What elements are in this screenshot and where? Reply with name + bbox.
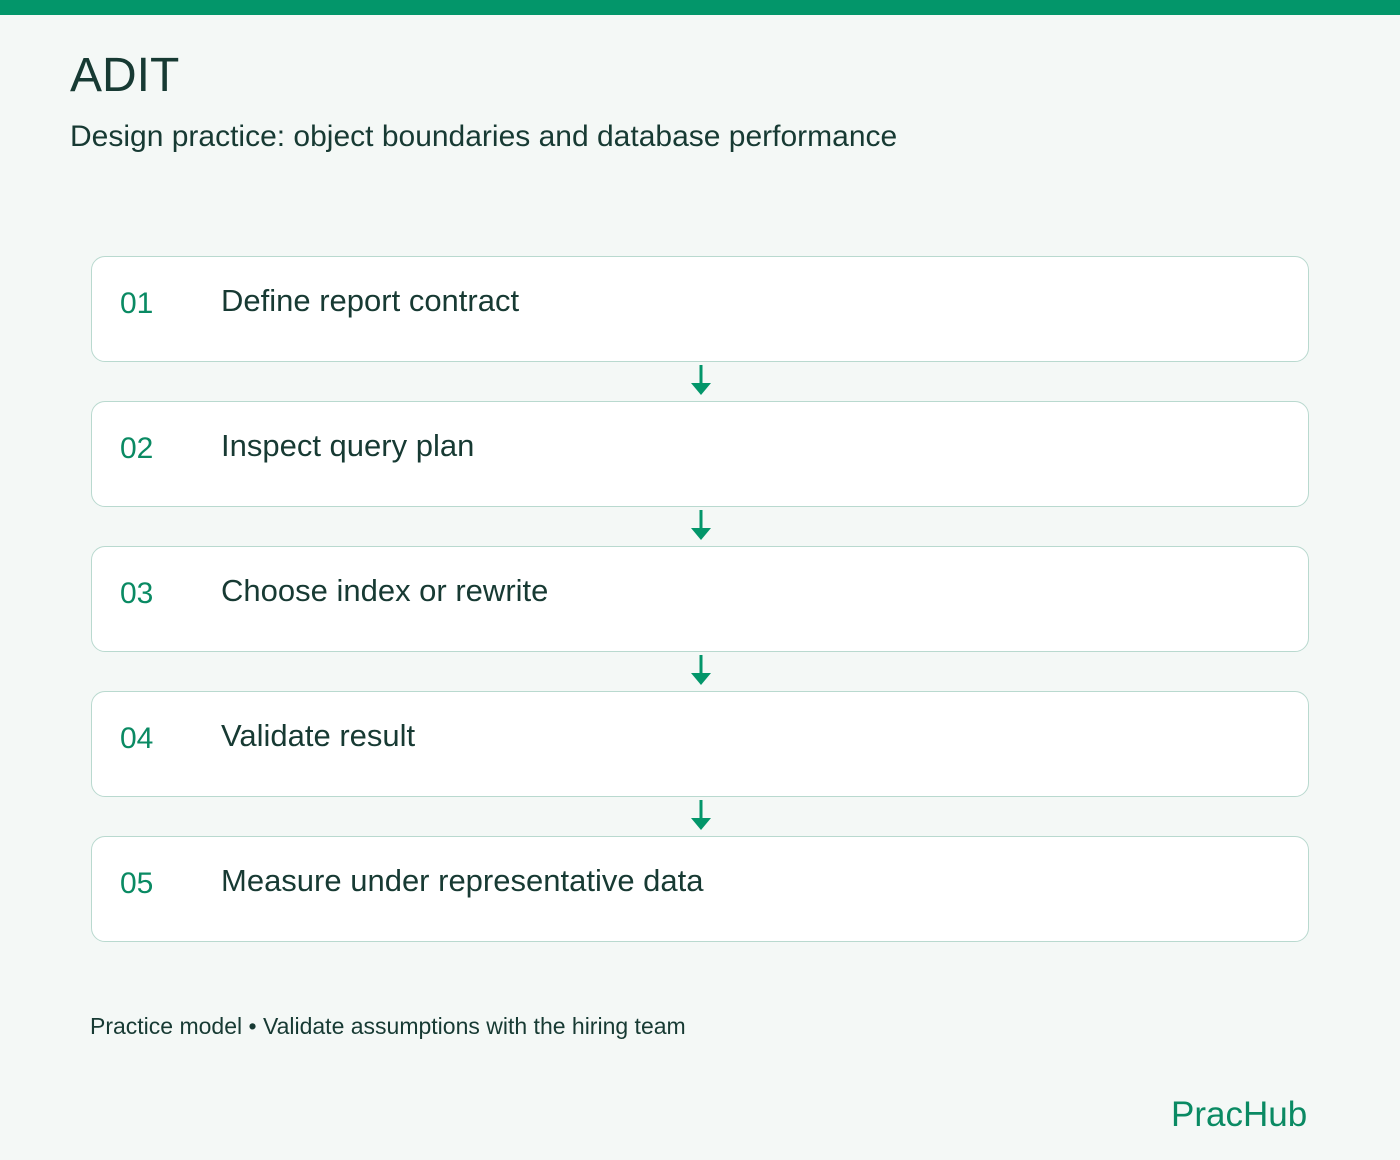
step-number: 03: [120, 577, 154, 610]
step-label: Validate result: [221, 718, 416, 753]
step-label: Define report contract: [221, 283, 520, 318]
step-number: 04: [120, 722, 154, 755]
arrow-down-icon: [691, 800, 711, 830]
page-title: ADIT: [70, 49, 180, 102]
step-number: 05: [120, 867, 154, 900]
step-number: 01: [120, 287, 154, 320]
arrow-down-icon: [691, 510, 711, 540]
footnote: Practice model • Validate assumptions wi…: [90, 1013, 686, 1039]
step-card: 05 Measure under representative data: [91, 836, 1309, 942]
step-label: Choose index or rewrite: [221, 573, 549, 608]
page-subtitle: Design practice: object boundaries and d…: [70, 120, 898, 153]
step-card: 02 Inspect query plan: [91, 401, 1309, 507]
step-card: 03 Choose index or rewrite: [91, 546, 1309, 652]
top-accent-bar: [0, 0, 1400, 15]
arrow-down-icon: [691, 655, 711, 685]
step-card: 01 Define report contract: [91, 256, 1309, 362]
arrow-down-icon: [691, 365, 711, 395]
brand-logo: PracHub: [1171, 1095, 1308, 1134]
step-card: 04 Validate result: [91, 691, 1309, 797]
step-label: Inspect query plan: [221, 428, 475, 463]
step-number: 02: [120, 432, 154, 465]
step-label: Measure under representative data: [221, 863, 704, 898]
